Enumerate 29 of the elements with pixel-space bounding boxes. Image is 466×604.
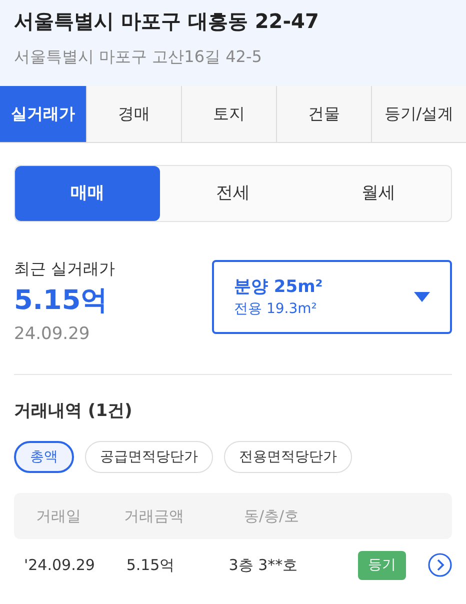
road-address: 서울특별시 마포구 고산16길 42-5 <box>14 46 263 68</box>
column-header: 동/층/호 <box>243 506 300 527</box>
recent-price-label: 최근 실거래가 <box>14 258 116 280</box>
exclusive-area: 전용 19.3m² <box>234 299 317 319</box>
filter-chip[interactable]: 공급면적당단가 <box>85 441 213 473</box>
supply-area: 분양 25m² <box>234 275 323 299</box>
filter-chip[interactable]: 전용면적당단가 <box>224 441 352 473</box>
deal-type-tab[interactable]: 전세 <box>160 166 306 221</box>
column-header: 거래일 <box>35 506 82 527</box>
address-title: 서울특별시 마포구 대흥동 22-47 <box>14 8 320 35</box>
section-title: 거래내역 (1건) <box>14 400 134 423</box>
registry-badge: 등기 <box>358 550 406 580</box>
table-cell-text: 5.15억 <box>125 554 176 576</box>
filter-chip[interactable]: 총액 <box>14 441 74 473</box>
chevron-right-icon[interactable] <box>428 552 452 578</box>
deal-type-tab[interactable]: 월세 <box>306 166 451 221</box>
area-dropdown[interactable]: 분양 25m² 전용 19.3m² <box>212 260 452 334</box>
table-cell-text: 3층 3**호 <box>228 554 299 576</box>
tab[interactable]: 등기/설계 <box>371 86 466 142</box>
deal-type-tab[interactable]: 매매 <box>15 166 160 221</box>
tab[interactable]: 토지 <box>181 86 276 142</box>
tab[interactable]: 실거래가 <box>0 86 86 142</box>
tab[interactable]: 건물 <box>276 86 371 142</box>
column-header: 거래금액 <box>123 506 185 527</box>
tab[interactable]: 경매 <box>86 86 181 142</box>
table-cell-text: '24.09.29 <box>23 554 96 576</box>
recent-date: 24.09.29 <box>14 323 91 346</box>
dropdown-caret-icon <box>414 292 430 302</box>
recent-price: 5.15억 <box>14 284 109 318</box>
